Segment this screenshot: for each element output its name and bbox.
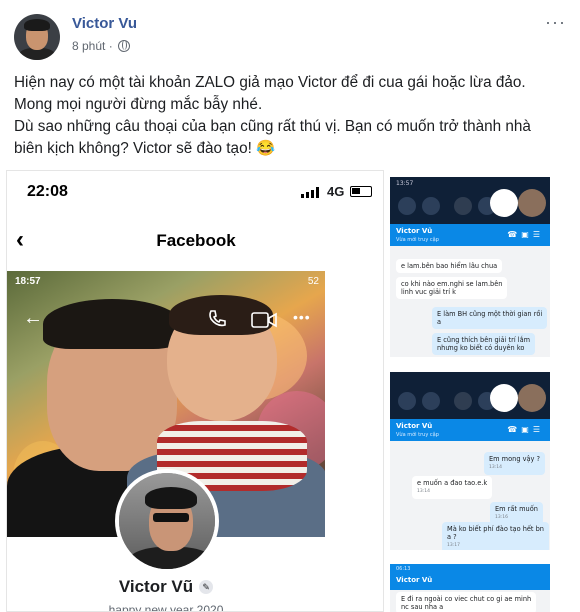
post-text-line: biên kịch không? Victor sẽ đào tạo! 😂 (14, 140, 276, 157)
photo-status-battery: 52 (307, 276, 319, 287)
video-call-icon[interactable] (251, 311, 277, 329)
message-bubble: E làm BH cũng một thời gian rồi a (432, 307, 548, 329)
message-time: 13:14 (417, 489, 430, 494)
zalo-chat-screenshot-3[interactable]: 06:13 Victor Vũ E đi ra ngoài co viec ch… (390, 564, 550, 612)
edit-pencil-icon[interactable]: ✎ (199, 580, 214, 594)
zalo-call-bar: 13:57 (390, 177, 550, 224)
page-title: Facebook (156, 231, 236, 250)
message-text: Em rất muốn (495, 505, 538, 513)
profile-name: Victor Vũ (118, 577, 194, 596)
facebook-profile-screenshot[interactable]: 22:08 4G ‹ Facebook 18:57 52 ← ••• Victo… (6, 170, 384, 612)
message-bubble: E đi ra ngoài co viec chut co gi ae minh… (396, 592, 537, 612)
network-label: 4G (327, 184, 345, 199)
zalo-contact-status: Vừa mới truy cập (396, 432, 439, 438)
message-time: 13:16 (495, 515, 508, 520)
post-text: Hiện nay có một tài khoản ZALO giả mạo V… (14, 72, 574, 160)
profile-name-row: Victor Vũ ✎ (7, 577, 325, 597)
message-time: 13:14 (489, 465, 502, 470)
sunglasses (153, 513, 189, 522)
zalo-chat-screenshot-2[interactable]: Victor Vũ Vừa mới truy cập ☎▣☰ Em mong v… (390, 372, 550, 550)
message-bubble: e lam.bên bao hiểm lâu chua (396, 259, 503, 273)
message-bubble: e muốn a đao tao.e.k 13:14 (412, 476, 493, 499)
globe-icon[interactable] (117, 40, 130, 52)
profile-hair (145, 487, 197, 509)
call-control-icon[interactable] (422, 392, 440, 410)
zalo-header-icons[interactable]: ☎▣☰ (507, 230, 544, 239)
call-control-icon[interactable] (454, 197, 472, 215)
photo-back-arrow-icon[interactable]: ← (23, 307, 43, 330)
call-control-icon[interactable] (398, 392, 416, 410)
zalo-chat-header: Victor Vũ Vừa mới truy cập ☎▣☰ (390, 419, 550, 441)
post-text-line: Dù sao những câu thoại của bạn cũng rất … (14, 118, 531, 135)
call-control-icon[interactable] (454, 392, 472, 410)
zalo-call-bar (390, 372, 550, 419)
man-hair (43, 299, 181, 349)
zalo-contact-name[interactable]: Victor Vũ (396, 227, 432, 235)
author-name[interactable]: Victor Vu (72, 15, 137, 32)
call-avatar-icon[interactable] (490, 189, 518, 217)
message-bubble: E cũng thích bên giải trí lắm nhưng ko b… (432, 333, 536, 355)
zalo-status-time: 13:57 (396, 180, 414, 187)
phone-time: 22:08 (27, 183, 68, 200)
call-icon[interactable] (207, 309, 227, 329)
zalo-status-time: 06:13 (396, 566, 411, 572)
battery-icon (350, 186, 372, 197)
call-control-icon[interactable] (422, 197, 440, 215)
call-avatar-icon[interactable] (518, 384, 546, 412)
avatar-hair (24, 19, 50, 31)
post-text-line: Mong mọi người đừng mắc bẫy nhé. (14, 96, 263, 113)
message-bubble: Em mong vậy ? 13:14 (484, 452, 546, 475)
post-meta: 8 phút · (72, 39, 130, 53)
message-text: e muốn a đao tao.e.k (417, 479, 488, 487)
author-avatar[interactable] (14, 14, 60, 60)
call-control-icon[interactable] (398, 197, 416, 215)
zalo-chat-screenshot-1[interactable]: 13:57 Victor Vũ Vừa mới truy cập ☎▣☰ e l… (390, 177, 550, 357)
message-text: Mà ko biết phí đào tạo hết bn a ? (447, 525, 544, 541)
photo-status-time: 18:57 (15, 276, 41, 287)
post-text-line: Hiện nay có một tài khoản ZALO giả mạo V… (14, 74, 526, 91)
zalo-chat-header: 06:13 Victor Vũ (390, 564, 550, 590)
post-time[interactable]: 8 phút · (72, 39, 113, 53)
zalo-chat-header: Victor Vũ Vừa mới truy cập ☎▣☰ (390, 224, 550, 246)
message-text: Em mong vậy ? (489, 455, 541, 463)
facebook-post: Victor Vu 8 phút · ··· Hiện nay có một t… (0, 0, 580, 612)
photo-more-icon[interactable]: ••• (293, 309, 311, 325)
phone-status-bar: 22:08 4G (7, 171, 383, 211)
message-time: 13:17 (447, 543, 460, 548)
zalo-contact-name[interactable]: Victor Vũ (396, 422, 432, 430)
profile-bio: happy new year 2020 (108, 603, 224, 612)
zalo-contact-status: Vừa mới truy cập (396, 237, 439, 243)
call-avatar-icon[interactable] (490, 384, 518, 412)
signal-icon (301, 187, 319, 198)
zalo-header-icons[interactable]: ☎▣☰ (507, 425, 544, 434)
message-bubble: co khi nào em.nghi se lam.bên linh vuc g… (396, 277, 508, 299)
zalo-contact-name[interactable]: Victor Vũ (396, 576, 432, 584)
message-bubble: Mà ko biết phí đào tạo hết bn a ? 13:17 (442, 522, 549, 550)
call-avatar-icon[interactable] (518, 189, 546, 217)
more-options-icon[interactable]: ··· (545, 12, 566, 33)
profile-picture[interactable] (115, 469, 219, 573)
